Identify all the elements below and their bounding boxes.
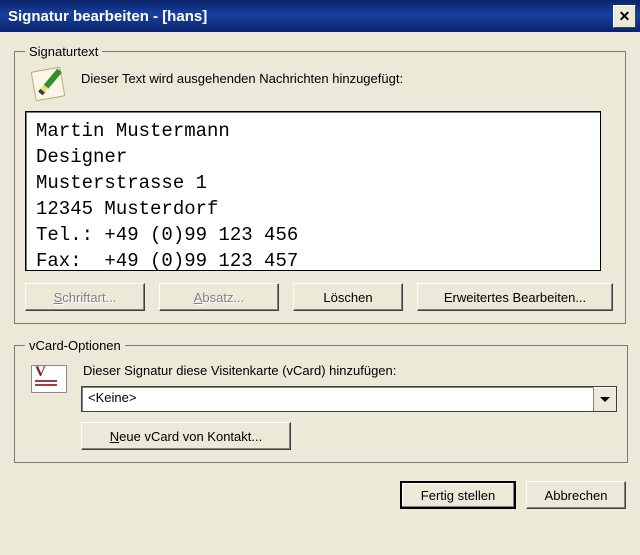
clear-button[interactable]: Löschen — [293, 283, 403, 311]
close-icon: ✕ — [619, 9, 631, 23]
signature-editor[interactable]: Martin Mustermann Designer Musterstrasse… — [25, 111, 601, 271]
vcard-options-group: vCard-Optionen V Dieser Signatur diese V… — [14, 338, 628, 463]
vcard-icon: V — [29, 361, 69, 397]
finish-button[interactable]: Fertig stellen — [400, 481, 516, 509]
window-title: Signatur bearbeiten - [hans] — [8, 8, 611, 25]
cancel-button[interactable]: Abbrechen — [526, 481, 626, 509]
vcard-selected-value: <Keine> — [82, 387, 593, 411]
signature-group-legend: Signaturtext — [25, 44, 102, 59]
signature-button-row: Schriftart... Absatz... Löschen Erweiter… — [25, 283, 615, 311]
dialog-footer: Fertig stellen Abbrechen — [0, 477, 640, 509]
paragraph-button[interactable]: Absatz... — [159, 283, 279, 311]
font-button-rest: chriftart... — [62, 290, 116, 305]
advanced-edit-button[interactable]: Erweitertes Bearbeiten... — [417, 283, 613, 311]
signature-description-row: Dieser Text wird ausgehenden Nachrichten… — [25, 67, 615, 103]
vcard-dropdown-button[interactable] — [593, 387, 616, 411]
font-button[interactable]: Schriftart... — [25, 283, 145, 311]
client-area: Signaturtext Dieser Text wird ausgehende… — [0, 32, 640, 463]
new-vcard-rest: eue vCard von Kontakt... — [119, 429, 262, 444]
signature-text-group: Signaturtext Dieser Text wird ausgehende… — [14, 44, 626, 324]
chevron-down-icon — [600, 397, 610, 402]
vcard-group-legend: vCard-Optionen — [25, 338, 125, 353]
vcard-select[interactable]: <Keine> — [81, 386, 617, 412]
edit-signature-icon — [29, 67, 69, 103]
close-button[interactable]: ✕ — [613, 5, 636, 28]
title-bar: Signatur bearbeiten - [hans] ✕ — [0, 0, 640, 32]
vcard-description: Dieser Signatur diese Visitenkarte (vCar… — [83, 363, 617, 378]
paragraph-button-rest: bsatz... — [202, 290, 244, 305]
signature-description: Dieser Text wird ausgehenden Nachrichten… — [81, 67, 403, 86]
new-vcard-button[interactable]: Neue vCard von Kontakt... — [81, 422, 291, 450]
